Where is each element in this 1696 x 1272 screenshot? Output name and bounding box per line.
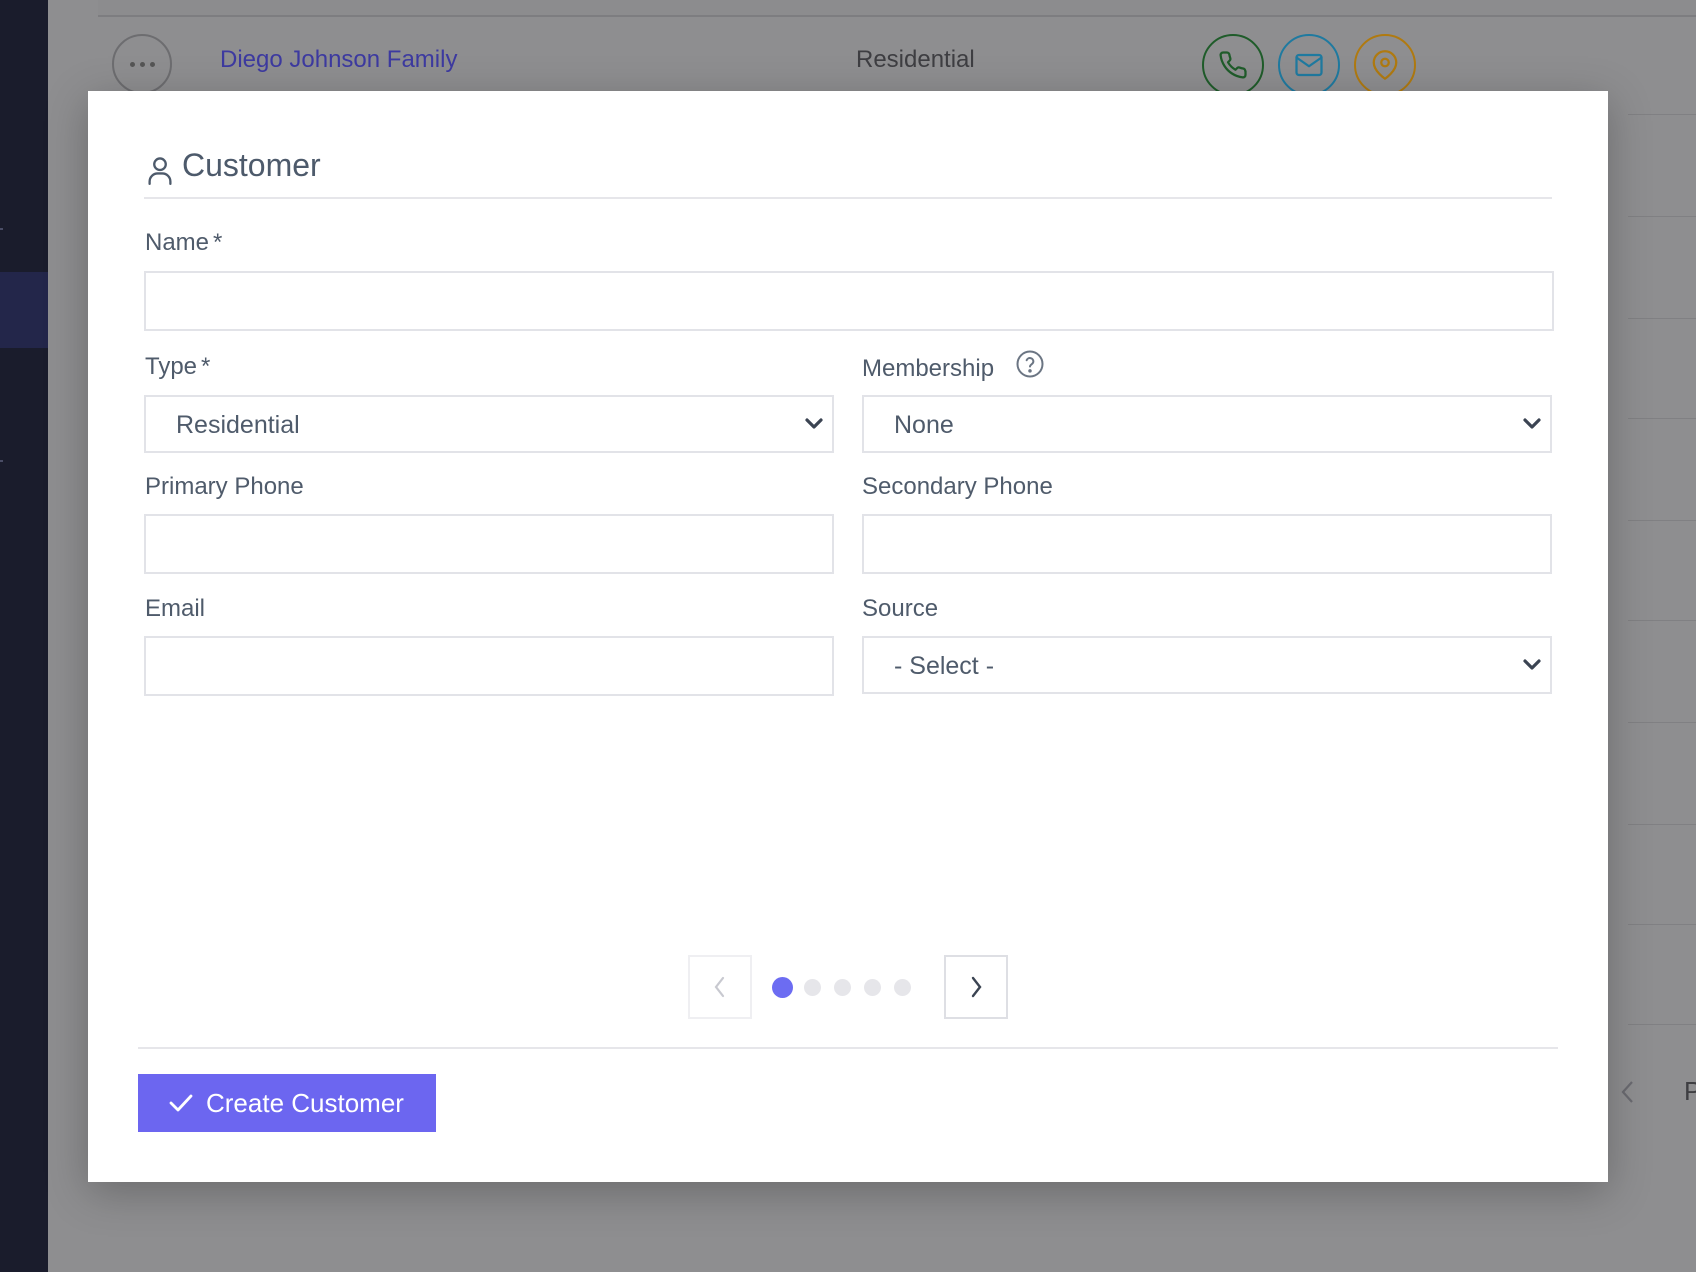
customer-type-cell: Residential: [856, 46, 975, 73]
phone-icon: [1219, 51, 1247, 79]
previous-step-button[interactable]: [688, 955, 752, 1019]
customer-name-link[interactable]: Diego Johnson Family: [220, 46, 457, 74]
background-pager-prev[interactable]: [1618, 1078, 1638, 1111]
type-select[interactable]: Residential: [144, 395, 834, 453]
ellipsis-icon: [129, 61, 135, 67]
check-icon: [169, 1094, 193, 1112]
customer-modal: Customer Name * Type * Residential Members…: [88, 91, 1608, 1182]
step-dot-2[interactable]: [803, 979, 821, 996]
secondary-phone-label: Secondary Phone: [862, 473, 1053, 500]
chevron-left-icon: [1621, 1081, 1633, 1103]
map-pin-icon: [1372, 50, 1398, 80]
membership-label: Membership: [862, 350, 1045, 386]
chevron-down-icon: [802, 414, 826, 439]
primary-phone-input[interactable]: [144, 514, 834, 574]
create-customer-button[interactable]: Create Customer: [138, 1074, 436, 1132]
email-button[interactable]: [1278, 34, 1340, 96]
mail-icon: [1295, 53, 1323, 77]
type-label: Type *: [145, 353, 211, 380]
step-dot-4[interactable]: [863, 979, 881, 996]
email-label: Email: [145, 595, 206, 622]
name-input[interactable]: [144, 271, 1554, 331]
more-options-button[interactable]: [112, 34, 172, 94]
chevron-left-icon: [714, 976, 725, 998]
source-select[interactable]: - Select -: [862, 636, 1552, 694]
membership-select[interactable]: None: [862, 395, 1552, 453]
chevron-down-icon: [1520, 655, 1544, 680]
source-select-value: - Select -: [894, 652, 995, 680]
sidebar-tick: [0, 460, 3, 462]
modal-title: Customer: [182, 147, 321, 183]
type-select-value: Residential: [176, 411, 300, 439]
background-table-header: [98, 0, 1696, 17]
step-dot-3[interactable]: [833, 979, 851, 996]
question-circle-icon[interactable]: [1015, 349, 1045, 386]
phone-button[interactable]: [1202, 34, 1264, 96]
name-label: Name *: [145, 229, 223, 256]
chevron-down-icon: [1520, 414, 1544, 439]
email-input[interactable]: [144, 636, 834, 696]
secondary-phone-input[interactable]: [862, 514, 1552, 574]
background-pager-label: P: [1684, 1076, 1696, 1106]
chevron-right-icon: [971, 976, 982, 998]
user-icon: [146, 155, 174, 190]
membership-select-value: None: [894, 411, 954, 439]
footer-divider: [138, 1047, 1558, 1049]
location-button[interactable]: [1354, 34, 1416, 96]
next-step-button[interactable]: [944, 955, 1008, 1019]
source-label: Source: [862, 595, 939, 622]
sidebar: [0, 0, 48, 1272]
step-pager: [688, 955, 1008, 1019]
primary-phone-label: Primary Phone: [145, 473, 304, 500]
create-customer-label: Create Customer: [206, 1087, 404, 1118]
modal-header: Customer: [144, 145, 1552, 199]
step-dot-5[interactable]: [893, 979, 911, 996]
sidebar-active-item[interactable]: [0, 272, 48, 348]
step-dot-1[interactable]: [771, 977, 793, 998]
sidebar-tick: [0, 228, 3, 230]
